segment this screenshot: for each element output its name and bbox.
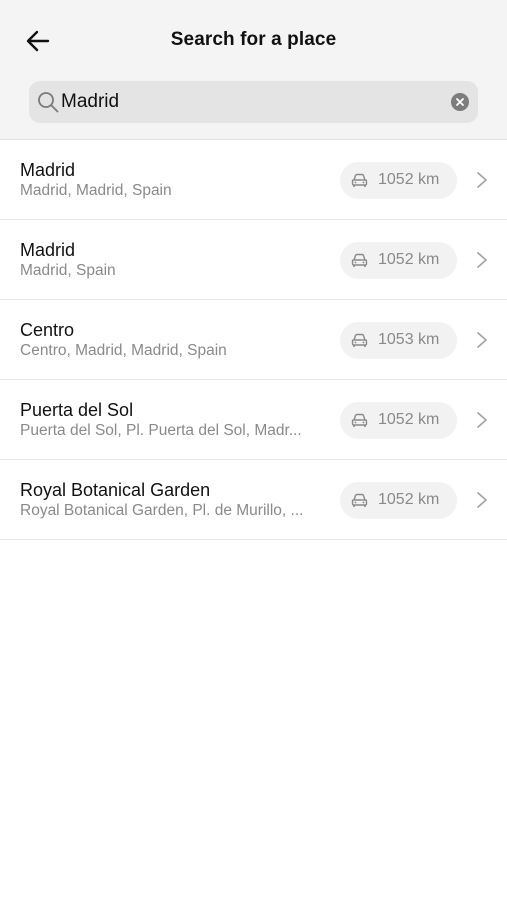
place-name: Madrid <box>20 160 76 180</box>
place-search-screen: Search for a place Madrid Madrid, Madrid… <box>0 0 507 900</box>
place-address: Royal Botanical Garden, Pl. de Murillo, … <box>20 502 304 519</box>
car-icon <box>351 413 368 427</box>
distance-text: 1052 km <box>378 491 440 508</box>
distance-badge: 1052 km <box>340 162 457 199</box>
distance-badge: 1052 km <box>340 242 457 279</box>
place-name: Centro <box>20 320 75 340</box>
close-icon <box>456 98 464 106</box>
place-address: Puerta del Sol, Pl. Puerta del Sol, Madr… <box>20 422 302 439</box>
chevron-right-icon <box>477 332 487 348</box>
distance-badge: 1052 km <box>340 482 457 519</box>
chevron-right-icon <box>477 252 487 268</box>
result-row[interactable]: Madrid Madrid, Madrid, Spain 1052 km <box>0 140 507 220</box>
distance-text: 1052 km <box>378 411 440 428</box>
result-row[interactable]: Royal Botanical Garden Royal Botanical G… <box>0 460 507 540</box>
search-input[interactable] <box>61 81 431 123</box>
distance-badge: 1052 km <box>340 402 457 439</box>
car-icon <box>351 253 368 267</box>
place-name: Royal Botanical Garden <box>20 480 211 500</box>
chevron-right-icon <box>477 492 487 508</box>
clear-search-button[interactable] <box>451 93 469 111</box>
place-address: Madrid, Madrid, Spain <box>20 182 172 199</box>
distance-text: 1053 km <box>378 331 440 348</box>
search-icon <box>38 92 59 113</box>
page-title: Search for a place <box>170 29 337 50</box>
distance-badge: 1053 km <box>340 322 457 359</box>
results-list: Madrid Madrid, Madrid, Spain 1052 km Mad… <box>0 140 507 540</box>
place-name: Puerta del Sol <box>20 400 134 420</box>
distance-text: 1052 km <box>378 171 440 188</box>
result-row[interactable]: Centro Centro, Madrid, Madrid, Spain 105… <box>0 300 507 380</box>
result-row[interactable]: Puerta del Sol Puerta del Sol, Pl. Puert… <box>0 380 507 460</box>
chevron-right-icon <box>477 172 487 188</box>
car-icon <box>351 333 368 347</box>
header: Search for a place <box>0 0 507 140</box>
distance-text: 1052 km <box>378 251 440 268</box>
chevron-right-icon <box>477 412 487 428</box>
place-address: Madrid, Spain <box>20 262 116 279</box>
search-bar <box>29 81 478 123</box>
car-icon <box>351 173 368 187</box>
place-address: Centro, Madrid, Madrid, Spain <box>20 342 227 359</box>
car-icon <box>351 493 368 507</box>
place-name: Madrid <box>20 240 76 260</box>
result-row[interactable]: Madrid Madrid, Spain 1052 km <box>0 220 507 300</box>
